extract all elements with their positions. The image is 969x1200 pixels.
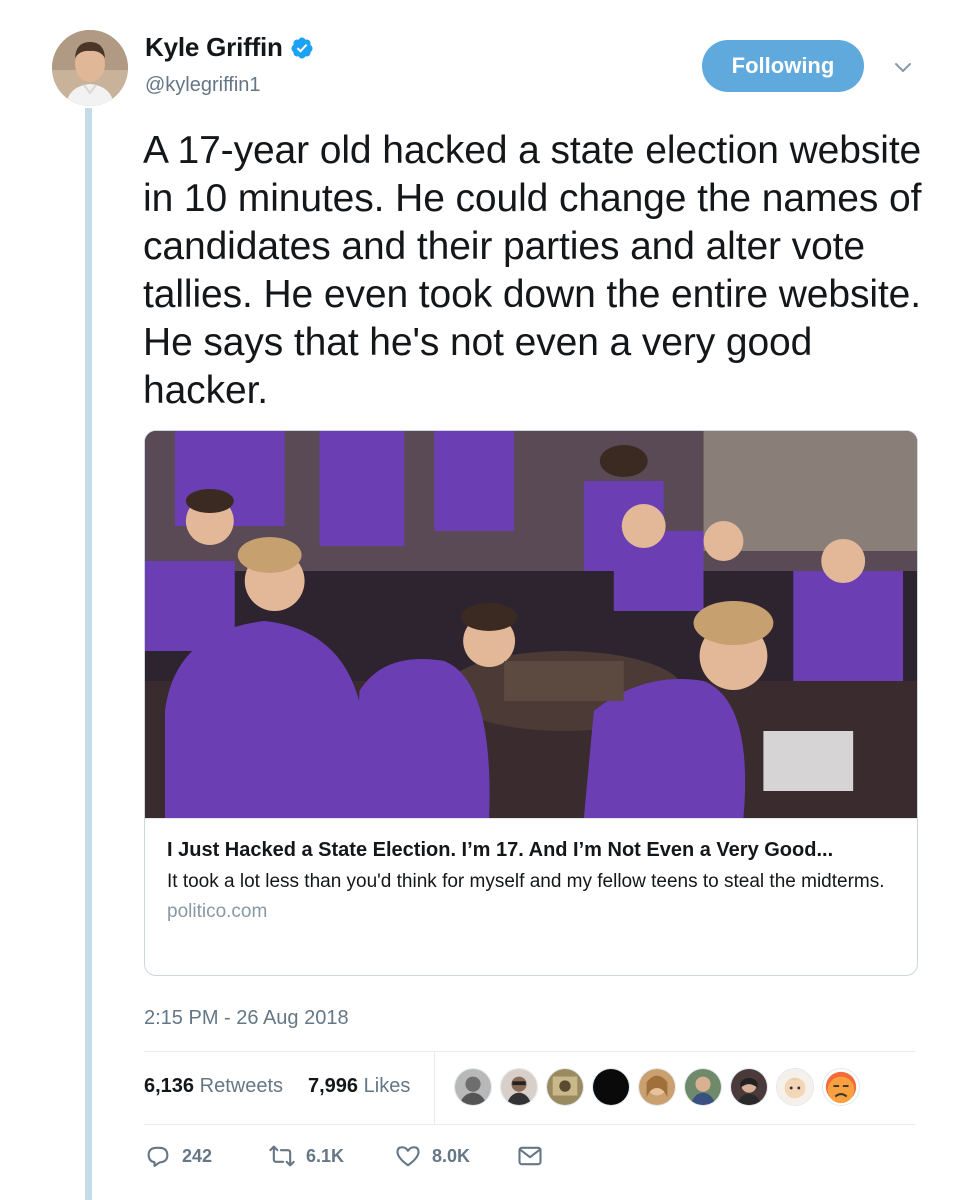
liker-avatar[interactable] bbox=[638, 1068, 676, 1106]
reply-button[interactable]: 242 bbox=[144, 1142, 212, 1170]
tweet-text: A 17-year old hacked a state election we… bbox=[143, 129, 922, 412]
like-button[interactable]: 8.0K bbox=[394, 1142, 470, 1170]
liker-avatar[interactable] bbox=[776, 1068, 814, 1106]
author-handle[interactable]: @kylegriffin1 bbox=[145, 74, 261, 97]
following-button[interactable]: Following bbox=[702, 40, 864, 92]
reply-icon bbox=[147, 1146, 169, 1167]
liker-avatar[interactable] bbox=[684, 1068, 722, 1106]
liker-avatar[interactable] bbox=[546, 1068, 584, 1106]
retweet-icon bbox=[269, 1145, 295, 1167]
retweets-stat[interactable]: 6,136 Retweets bbox=[144, 1075, 283, 1098]
card-title: I Just Hacked a State Election. I’m 17. … bbox=[167, 839, 834, 861]
thread-line bbox=[85, 108, 92, 1200]
direct-message-button[interactable] bbox=[516, 1142, 544, 1170]
avatar[interactable] bbox=[52, 30, 128, 106]
retweets-count: 6,136 bbox=[144, 1075, 195, 1097]
chevron-down-icon[interactable] bbox=[890, 54, 916, 80]
liker-avatar[interactable] bbox=[822, 1068, 860, 1106]
verified-badge-icon bbox=[291, 37, 313, 58]
liker-avatar[interactable] bbox=[730, 1068, 768, 1106]
retweet-count: 6.1K bbox=[306, 1145, 345, 1166]
like-count: 8.0K bbox=[432, 1145, 471, 1166]
author-display-name[interactable]: Kyle Griffin bbox=[145, 32, 283, 63]
tweet-timestamp[interactable]: 2:15 PM - 26 Aug 2018 bbox=[144, 1007, 349, 1030]
link-card[interactable]: I Just Hacked a State Election. I’m 17. … bbox=[144, 430, 918, 976]
author-name-row: Kyle Griffin bbox=[145, 32, 314, 63]
liker-avatar[interactable] bbox=[592, 1068, 630, 1106]
card-description: It took a lot less than you'd think for … bbox=[167, 871, 885, 892]
likes-count: 7,996 bbox=[308, 1075, 359, 1097]
direct-message-icon bbox=[518, 1146, 542, 1166]
liker-avatars bbox=[454, 1068, 868, 1106]
likes-stat[interactable]: 7,996 Likes bbox=[308, 1075, 410, 1098]
stats-row: 6,136 Retweets 7,996 Likes bbox=[144, 1052, 916, 1124]
card-domain: politico.com bbox=[167, 901, 268, 922]
liker-avatar[interactable] bbox=[454, 1068, 492, 1106]
card-body[interactable]: I Just Hacked a State Election. I’m 17. … bbox=[145, 818, 917, 975]
stats-separator bbox=[434, 1052, 435, 1124]
heart-icon bbox=[396, 1146, 420, 1167]
tweet-actions: 242 6.1K 8.0K bbox=[144, 1142, 644, 1182]
retweets-label: Retweets bbox=[199, 1075, 283, 1097]
liker-avatar[interactable] bbox=[500, 1068, 538, 1106]
retweet-button[interactable]: 6.1K bbox=[268, 1142, 344, 1170]
likes-label: Likes bbox=[363, 1075, 411, 1097]
card-image[interactable] bbox=[145, 431, 917, 818]
reply-count: 242 bbox=[182, 1145, 213, 1166]
divider bbox=[144, 1124, 916, 1125]
